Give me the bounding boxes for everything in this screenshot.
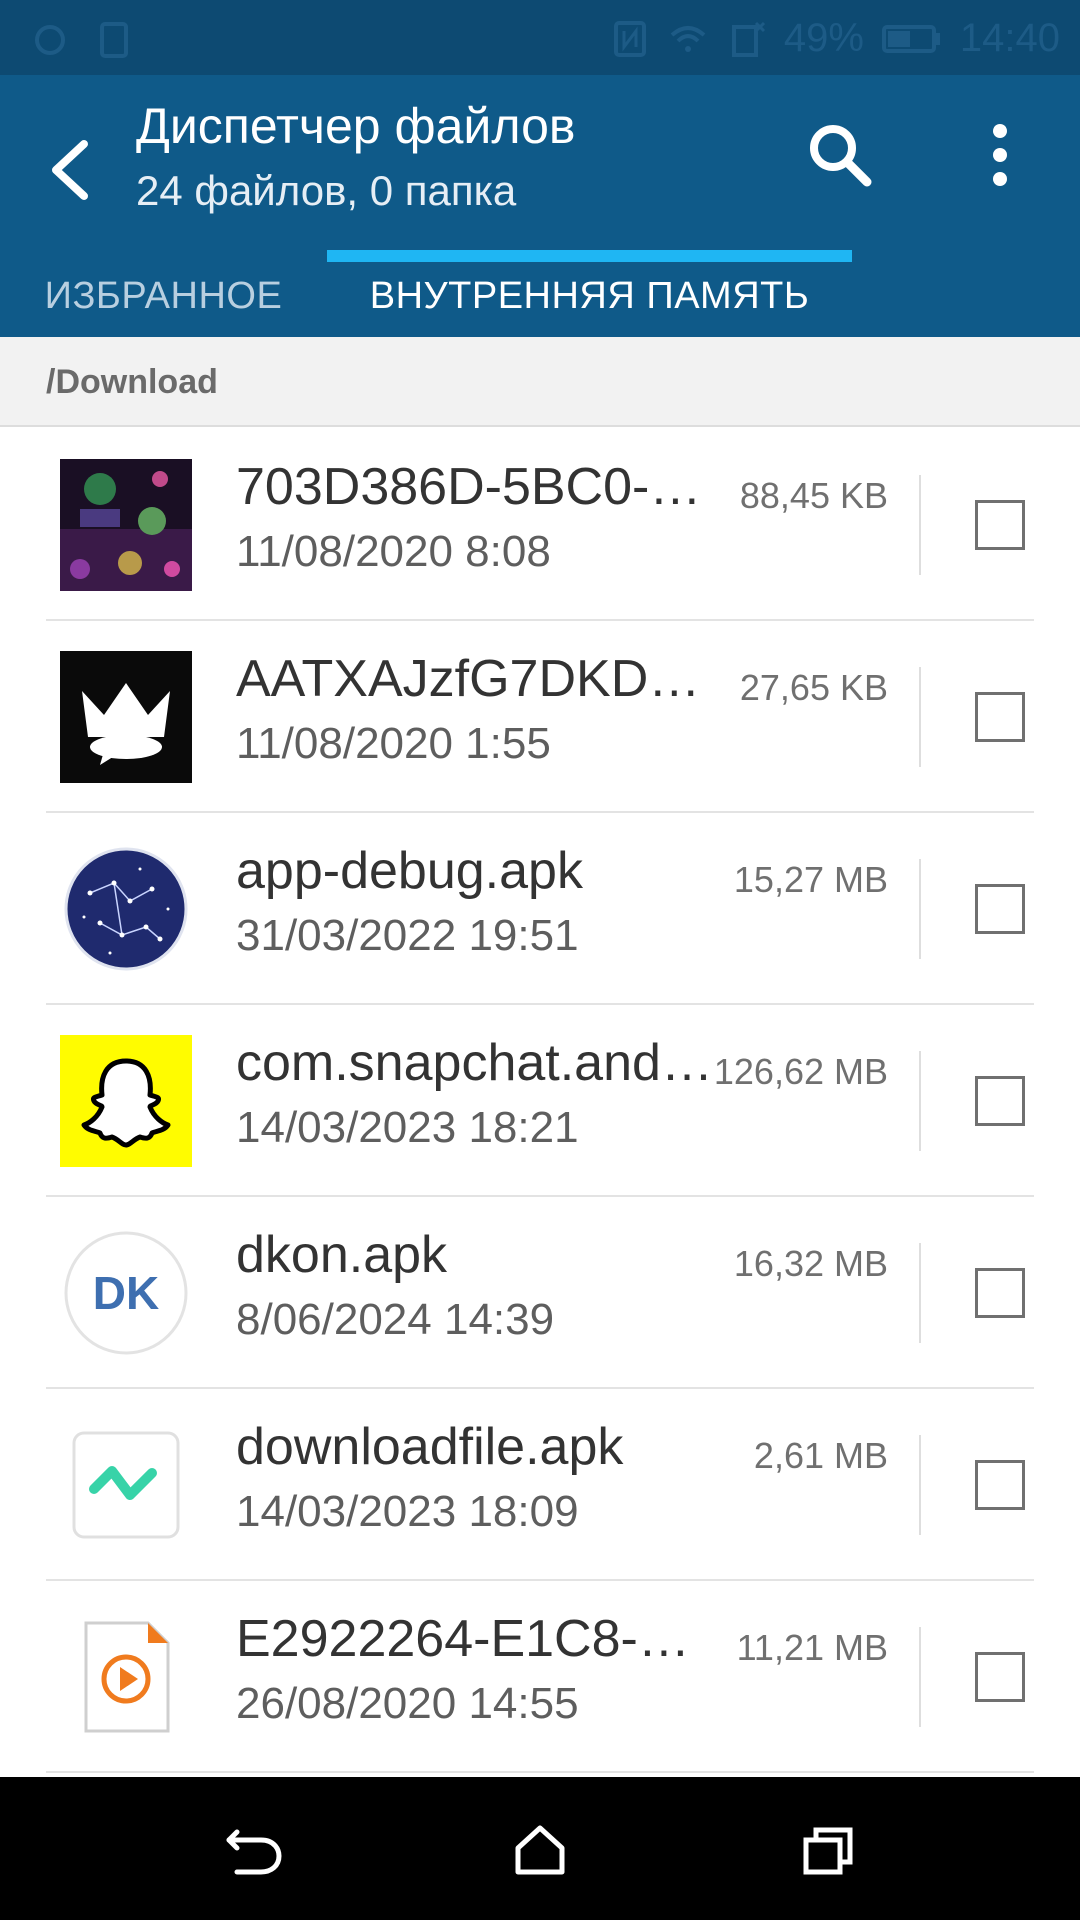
list-item[interactable]: E2922264-E1C8-45… 26/08/2020 14:55 11,21… [0, 1581, 1080, 1773]
signal-icon [731, 21, 765, 57]
file-name: dkon.apk [236, 1226, 448, 1284]
file-name: AATXAJzfG7DKDkA… [236, 650, 716, 708]
select-checkbox[interactable] [975, 500, 1025, 550]
nav-home-button[interactable] [495, 1805, 585, 1895]
divider [919, 1435, 921, 1535]
current-path: /Download [46, 363, 218, 401]
divider [919, 475, 921, 575]
file-size: 126,62 MB [713, 1051, 888, 1092]
list-item[interactable]: app-debug.apk 31/03/2022 19:51 15,27 MB [0, 813, 1080, 1005]
select-checkbox[interactable] [975, 1652, 1025, 1702]
tab-internal-storage[interactable]: ВНУТРЕННЯЯ ПАМЯТЬ [327, 255, 852, 337]
list-item[interactable]: 703D386D-5BC0-4A… 11/08/2020 8:08 88,45 … [0, 429, 1080, 621]
battery-icon [881, 24, 940, 53]
tab-favorites[interactable]: ИЗБРАННОЕ [0, 255, 327, 337]
tab-selected-indicator [327, 250, 852, 262]
search-icon [810, 125, 872, 187]
file-size: 88,45 KB [739, 475, 888, 516]
page-subtitle: 24 файлов, 0 папка [136, 167, 517, 214]
constellation-app-icon [64, 847, 188, 971]
more-vertical-icon [993, 124, 1007, 186]
clock: 14:40 [959, 16, 1060, 60]
select-checkbox[interactable] [975, 1268, 1025, 1318]
divider [919, 859, 921, 959]
divider [919, 1243, 921, 1343]
file-name: downloadfile.apk [236, 1418, 624, 1476]
nav-recents-button[interactable] [783, 1805, 873, 1895]
more-options-button[interactable] [975, 115, 1025, 195]
select-checkbox[interactable] [975, 884, 1025, 934]
divider [919, 1627, 921, 1727]
video-file-icon [84, 1621, 170, 1733]
sim-card-icon [100, 22, 128, 58]
arrow-back-icon [52, 140, 88, 200]
file-date: 11/08/2020 8:08 [236, 527, 551, 576]
image-thumbnail-icon [60, 459, 192, 591]
file-size: 27,65 KB [739, 667, 888, 708]
file-date: 8/06/2024 14:39 [236, 1295, 555, 1344]
list-item[interactable]: downloadfile.apk 14/03/2023 18:09 2,61 M… [0, 1389, 1080, 1581]
status-bar: 49% 14:40 [0, 0, 1080, 75]
file-date: 26/08/2020 14:55 [236, 1679, 579, 1728]
list-item[interactable]: AATXAJzfG7DKDkA… 11/08/2020 1:55 27,65 K… [0, 621, 1080, 813]
home-icon [515, 1825, 565, 1875]
select-checkbox[interactable] [975, 1460, 1025, 1510]
list-item[interactable]: DK dkon.apk 8/06/2024 14:39 16,32 MB [0, 1197, 1080, 1389]
file-date: 31/03/2022 19:51 [236, 911, 579, 960]
file-list: 703D386D-5BC0-4A… 11/08/2020 8:08 88,45 … [0, 429, 1080, 1777]
sync-icon [35, 25, 65, 55]
breadcrumb: /Download [0, 337, 1080, 427]
divider [46, 1771, 1034, 1773]
file-name: com.snapchat.and… [236, 1034, 713, 1092]
wifi-icon [670, 25, 706, 52]
search-button[interactable] [800, 115, 880, 195]
app-bar: Диспетчер файлов 24 файлов, 0 папка ИЗБР… [0, 75, 1080, 337]
file-size: 11,21 MB [736, 1627, 888, 1668]
svg-text:DK: DK [93, 1267, 159, 1319]
nav-back-button[interactable] [208, 1805, 298, 1895]
select-checkbox[interactable] [975, 1076, 1025, 1126]
list-item[interactable]: com.snapchat.and… 14/03/2023 18:21 126,6… [0, 1005, 1080, 1197]
wave-app-icon [72, 1431, 180, 1539]
divider [919, 1051, 921, 1151]
back-button[interactable] [40, 120, 100, 220]
select-checkbox[interactable] [975, 692, 1025, 742]
file-name: app-debug.apk [236, 842, 583, 900]
file-name: E2922264-E1C8-45… [236, 1610, 716, 1668]
file-size: 16,32 MB [733, 1243, 888, 1284]
file-name: 703D386D-5BC0-4A… [236, 458, 716, 516]
dk-app-icon: DK [64, 1231, 188, 1355]
tab-bar: ИЗБРАННОЕ ВНУТРЕННЯЯ ПАМЯТЬ [0, 255, 1080, 337]
file-size: 2,61 MB [753, 1435, 888, 1476]
file-date: 14/03/2023 18:21 [236, 1103, 579, 1152]
divider [919, 667, 921, 767]
page-title: Диспетчер файлов [136, 98, 576, 154]
file-date: 14/03/2023 18:09 [236, 1487, 579, 1536]
snapchat-ghost-icon [60, 1035, 192, 1167]
file-date: 11/08/2020 1:55 [236, 719, 551, 768]
file-size: 15,27 MB [733, 859, 888, 900]
recents-icon [803, 1827, 853, 1875]
crown-image-icon [60, 651, 192, 783]
system-nav-bar [0, 1777, 1080, 1920]
nfc-icon [613, 20, 646, 57]
battery-percent: 49% [783, 16, 864, 60]
undo-arrow-icon [226, 1829, 282, 1875]
